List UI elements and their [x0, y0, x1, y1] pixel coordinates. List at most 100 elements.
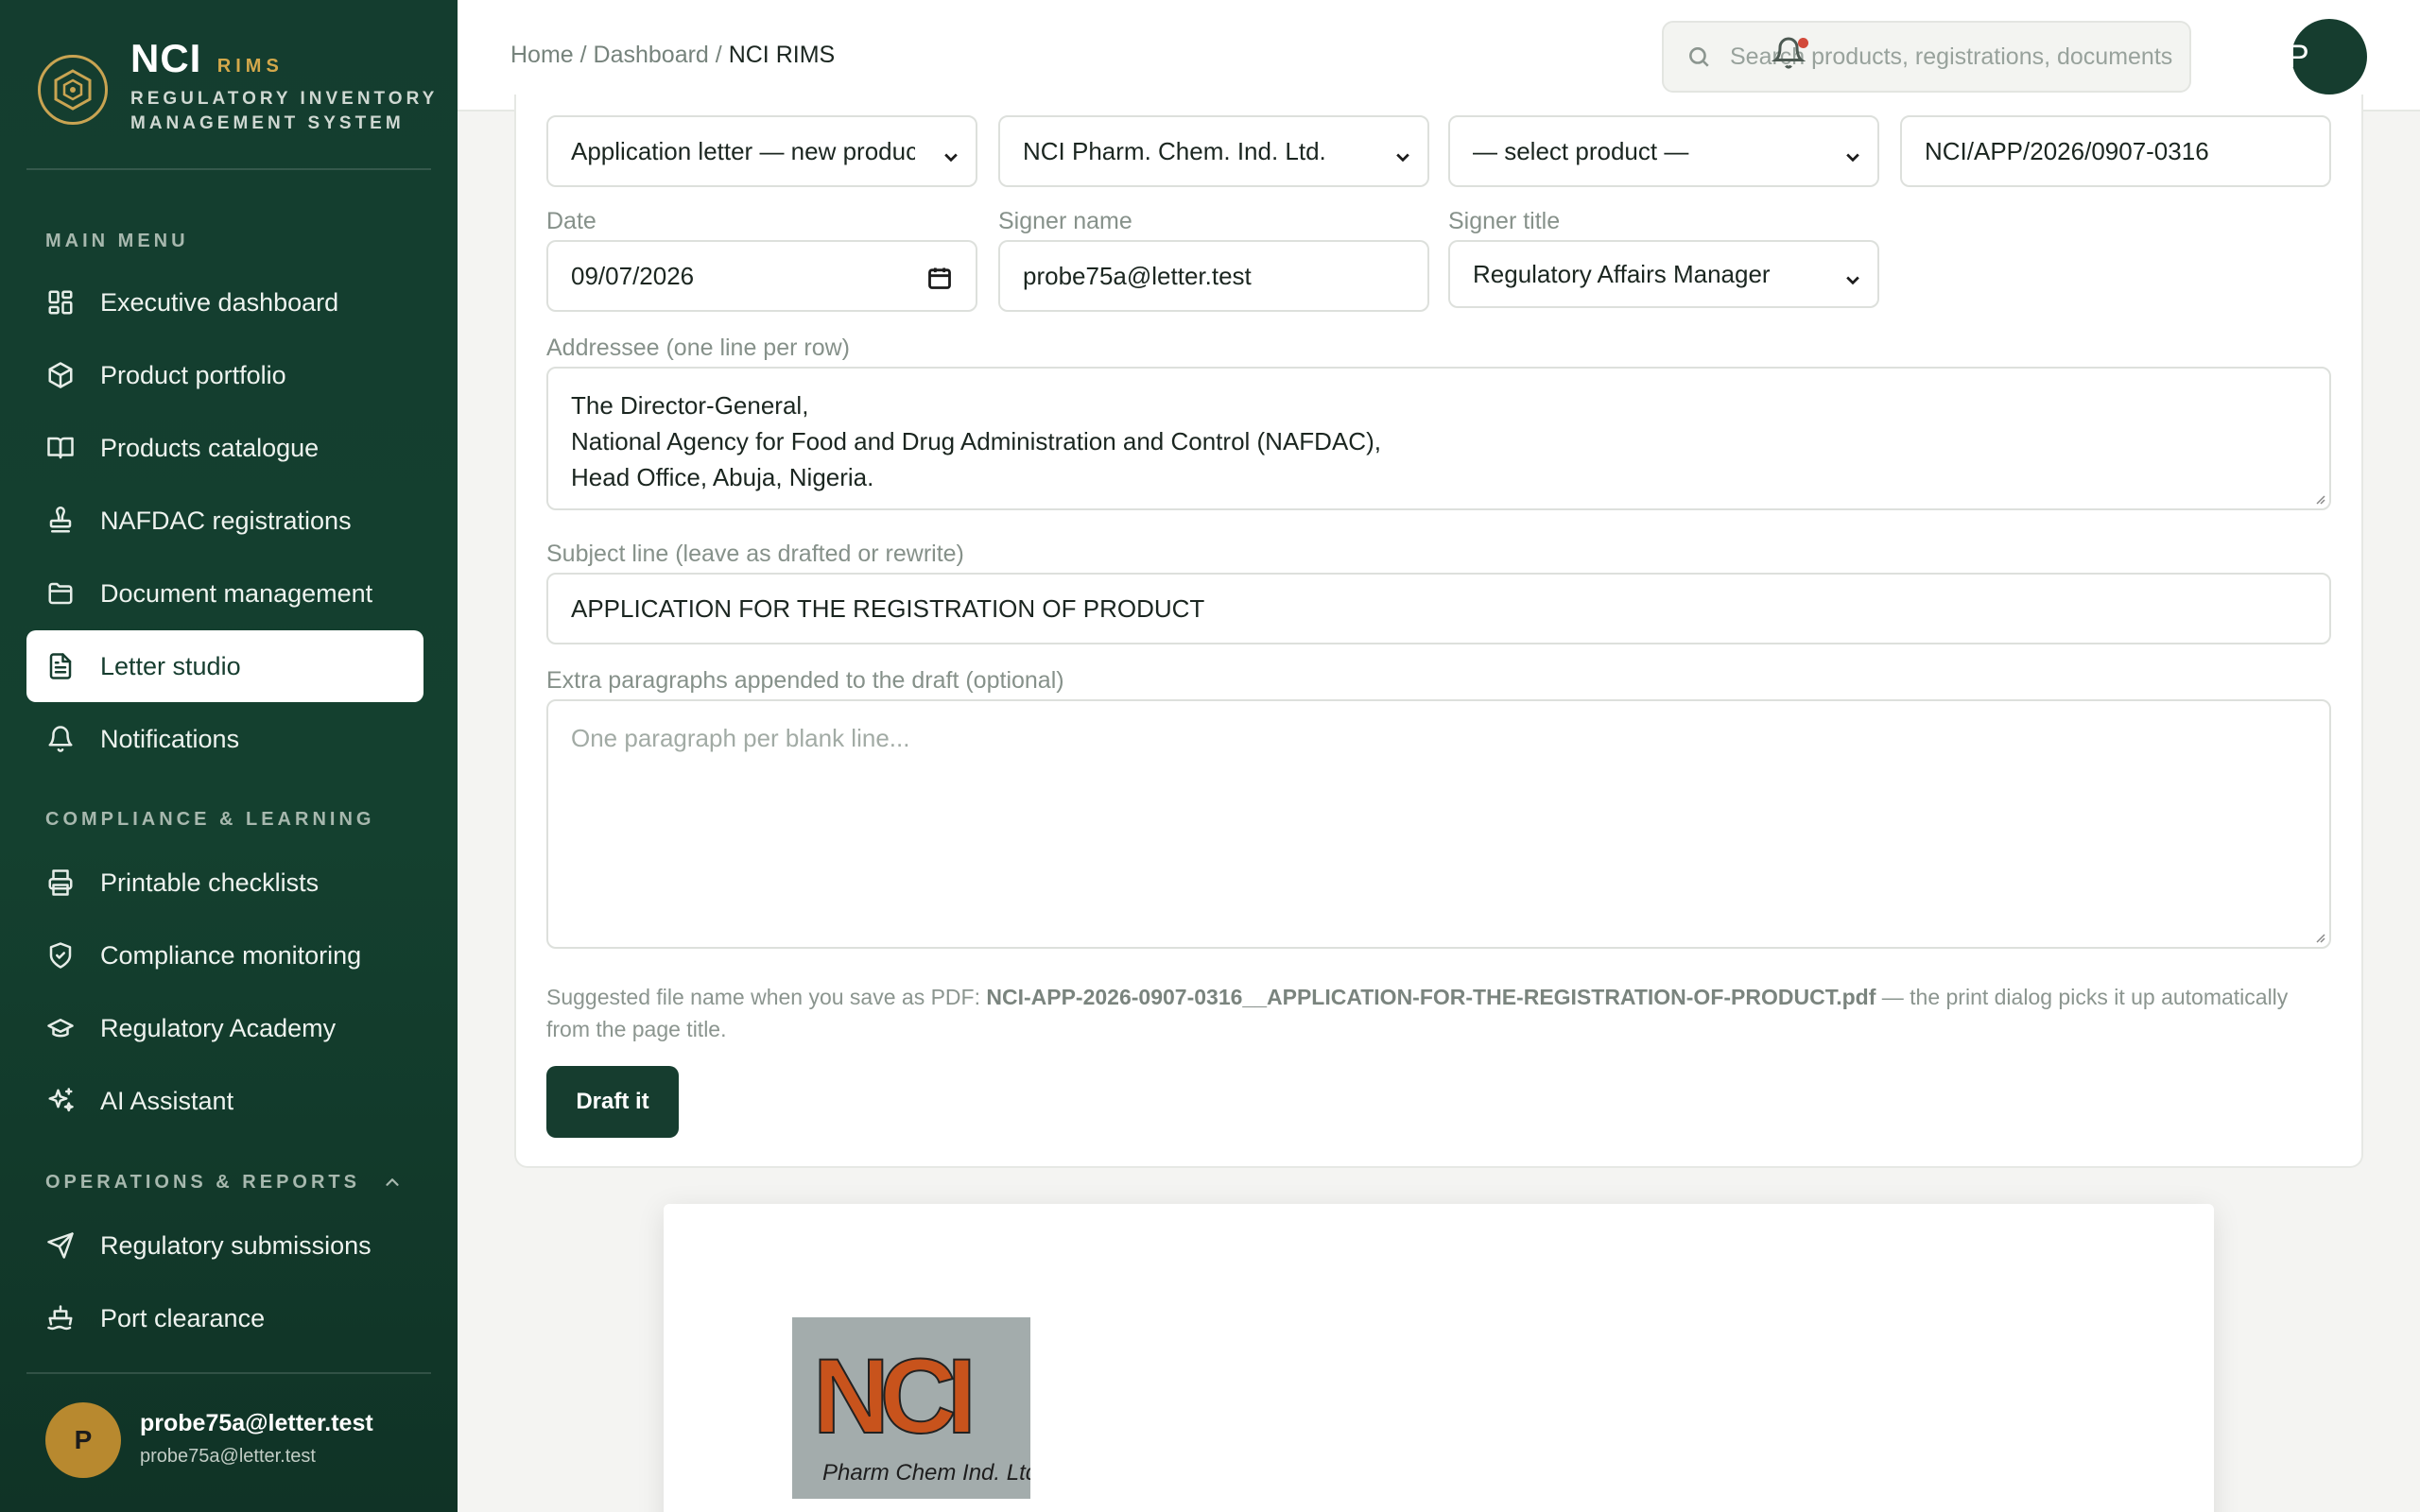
sidebar-item-label: Products catalogue [100, 433, 320, 462]
printer-icon [45, 868, 76, 898]
breadcrumb-separator: / [573, 42, 594, 68]
send-icon [45, 1230, 76, 1261]
graduation-cap-icon [45, 1013, 76, 1043]
sidebar-item-products-catalogue[interactable]: Products catalogue [26, 412, 424, 484]
sidebar-item-regulatory-submissions[interactable]: Regulatory submissions [26, 1210, 424, 1281]
letter-type-select[interactable]: Application letter — new product [546, 115, 977, 187]
subject-label: Subject line (leave as drafted or rewrit… [546, 541, 964, 567]
signer-title-label: Signer title [1448, 208, 1561, 234]
dashboard-icon [45, 287, 76, 318]
brand-name: NCI [130, 36, 202, 80]
folder-icon [45, 578, 76, 609]
chevron-down-icon [942, 144, 960, 163]
hint-filename: NCI-APP-2026-0907-0316__APPLICATION-FOR-… [986, 985, 1876, 1009]
user-email: probe75a@letter.test [140, 1446, 316, 1467]
ship-icon [45, 1303, 76, 1333]
company-logo: NCI Pharm Chem Ind. Ltd [792, 1317, 1030, 1499]
breadcrumb-dashboard[interactable]: Dashboard [594, 42, 709, 68]
sidebar-item-notifications[interactable]: Notifications [26, 703, 424, 775]
package-icon [45, 360, 76, 390]
chevron-down-icon [1843, 266, 1862, 285]
subject-value: APPLICATION FOR THE REGISTRATION OF PROD… [571, 593, 1205, 623]
divider [26, 168, 431, 170]
sidebar-item-printable-checklists[interactable]: Printable checklists [26, 847, 424, 919]
signer-title-select[interactable]: Regulatory Affairs Manager [1448, 240, 1879, 308]
hint-prefix: Suggested file name when you save as PDF… [546, 985, 987, 1009]
sidebar-item-letter-studio[interactable]: Letter studio [26, 630, 424, 702]
user-name: probe75a@letter.test [140, 1410, 373, 1436]
brand-tag: RIMS [216, 56, 284, 77]
section-label-main-menu: MAIN MENU [45, 231, 189, 251]
user-avatar[interactable]: P [45, 1402, 121, 1478]
company-value: NCI Pharm. Chem. Ind. Ltd. [1023, 136, 1326, 165]
sidebar-item-regulatory-academy[interactable]: Regulatory Academy [26, 992, 424, 1064]
sidebar-item-executive-dashboard[interactable]: Executive dashboard [26, 266, 424, 338]
draft-it-button[interactable]: Draft it [546, 1066, 679, 1138]
calendar-icon[interactable] [926, 265, 953, 291]
divider [26, 1372, 431, 1374]
chevron-down-icon [1393, 144, 1412, 163]
logo-subtext: Pharm Chem Ind. Ltd [822, 1460, 1030, 1486]
sidebar-item-label: Executive dashboard [100, 287, 339, 317]
reference-value: NCI/APP/2026/0907-0316 [1925, 136, 2209, 165]
product-value: — select product — [1473, 136, 1689, 165]
signer-name-value: probe75a@letter.test [1023, 261, 1252, 290]
profile-avatar-initial: P [2288, 38, 2309, 75]
extra-paragraphs-label: Extra paragraphs appended to the draft (… [546, 667, 1064, 694]
sidebar-item-label: AI Assistant [100, 1086, 234, 1115]
addressee-line: National Agency for Food and Drug Admini… [571, 427, 1381, 455]
search-icon [1689, 47, 1709, 67]
sidebar-item-label: Notifications [100, 724, 240, 753]
sidebar-item-label: Compliance monitoring [100, 940, 362, 970]
signer-name-label: Signer name [998, 208, 1132, 234]
breadcrumb: Home / Dashboard / NCI RIMS [510, 42, 835, 69]
pdf-filename-hint: Suggested file name when you save as PDF… [546, 981, 2331, 1045]
profile-avatar[interactable]: P [2288, 19, 2367, 94]
book-icon [45, 433, 76, 463]
search-box[interactable] [1662, 21, 2191, 93]
sidebar-item-port-clearance[interactable]: Port clearance [26, 1282, 424, 1354]
brand-subtitle-line1: REGULATORY INVENTORY [130, 89, 439, 109]
breadcrumb-home[interactable]: Home [510, 42, 574, 68]
section-label-compliance: COMPLIANCE & LEARNING [45, 809, 375, 830]
signer-title-value: Regulatory Affairs Manager [1473, 259, 1771, 288]
sidebar-item-document-management[interactable]: Document management [26, 558, 424, 629]
brand[interactable]: NCI RIMS REGULATORY INVENTORY MANAGEMENT… [38, 36, 438, 140]
product-select[interactable]: — select product — [1448, 115, 1879, 187]
section-label-operations: OPERATIONS & REPORTS [45, 1172, 360, 1193]
brand-logo-icon [38, 55, 108, 125]
sidebar-item-label: NAFDAC registrations [100, 506, 352, 535]
signer-name-input[interactable]: probe75a@letter.test [998, 240, 1429, 312]
reference-input[interactable]: NCI/APP/2026/0907-0316 [1900, 115, 2331, 187]
notification-dot [1798, 38, 1808, 48]
logo-letters: NCI [813, 1337, 970, 1455]
sidebar-item-label: Regulatory Academy [100, 1013, 337, 1042]
sidebar-item-nafdac-registrations[interactable]: NAFDAC registrations [26, 485, 424, 557]
addressee-line: The Director-General, [571, 391, 809, 420]
breadcrumb-current: NCI RIMS [728, 42, 836, 68]
addressee-textarea[interactable]: The Director-General, National Agency fo… [546, 367, 2331, 510]
letter-type-value: Application letter — new product [571, 136, 915, 165]
resize-handle-icon[interactable] [2312, 930, 2325, 943]
sidebar: NCI RIMS REGULATORY INVENTORY MANAGEMENT… [0, 0, 458, 1512]
sidebar-item-label: Printable checklists [100, 868, 320, 897]
stamp-icon [45, 506, 76, 536]
sidebar-item-ai-assistant[interactable]: AI Assistant [26, 1065, 424, 1137]
date-label: Date [546, 208, 596, 234]
resize-handle-icon[interactable] [2312, 491, 2325, 505]
subject-input[interactable]: APPLICATION FOR THE REGISTRATION OF PROD… [546, 573, 2331, 644]
sidebar-item-label: Port clearance [100, 1303, 266, 1332]
sidebar-item-label: Product portfolio [100, 360, 286, 389]
sidebar-item-product-portfolio[interactable]: Product portfolio [26, 339, 424, 411]
chevron-up-icon[interactable] [382, 1172, 403, 1193]
sparkles-icon [45, 1086, 76, 1116]
sidebar-item-compliance-monitoring[interactable]: Compliance monitoring [26, 919, 424, 991]
addressee-line: Head Office, Abuja, Nigeria. [571, 463, 874, 491]
bell-icon [45, 724, 76, 754]
extra-paragraphs-textarea[interactable]: One paragraph per blank line... [546, 699, 2331, 949]
date-input[interactable]: 09/07/2026 [546, 240, 977, 312]
sidebar-item-label: Document management [100, 578, 373, 608]
breadcrumb-separator: / [708, 42, 729, 68]
shield-icon [45, 940, 76, 971]
company-select[interactable]: NCI Pharm. Chem. Ind. Ltd. [998, 115, 1429, 187]
